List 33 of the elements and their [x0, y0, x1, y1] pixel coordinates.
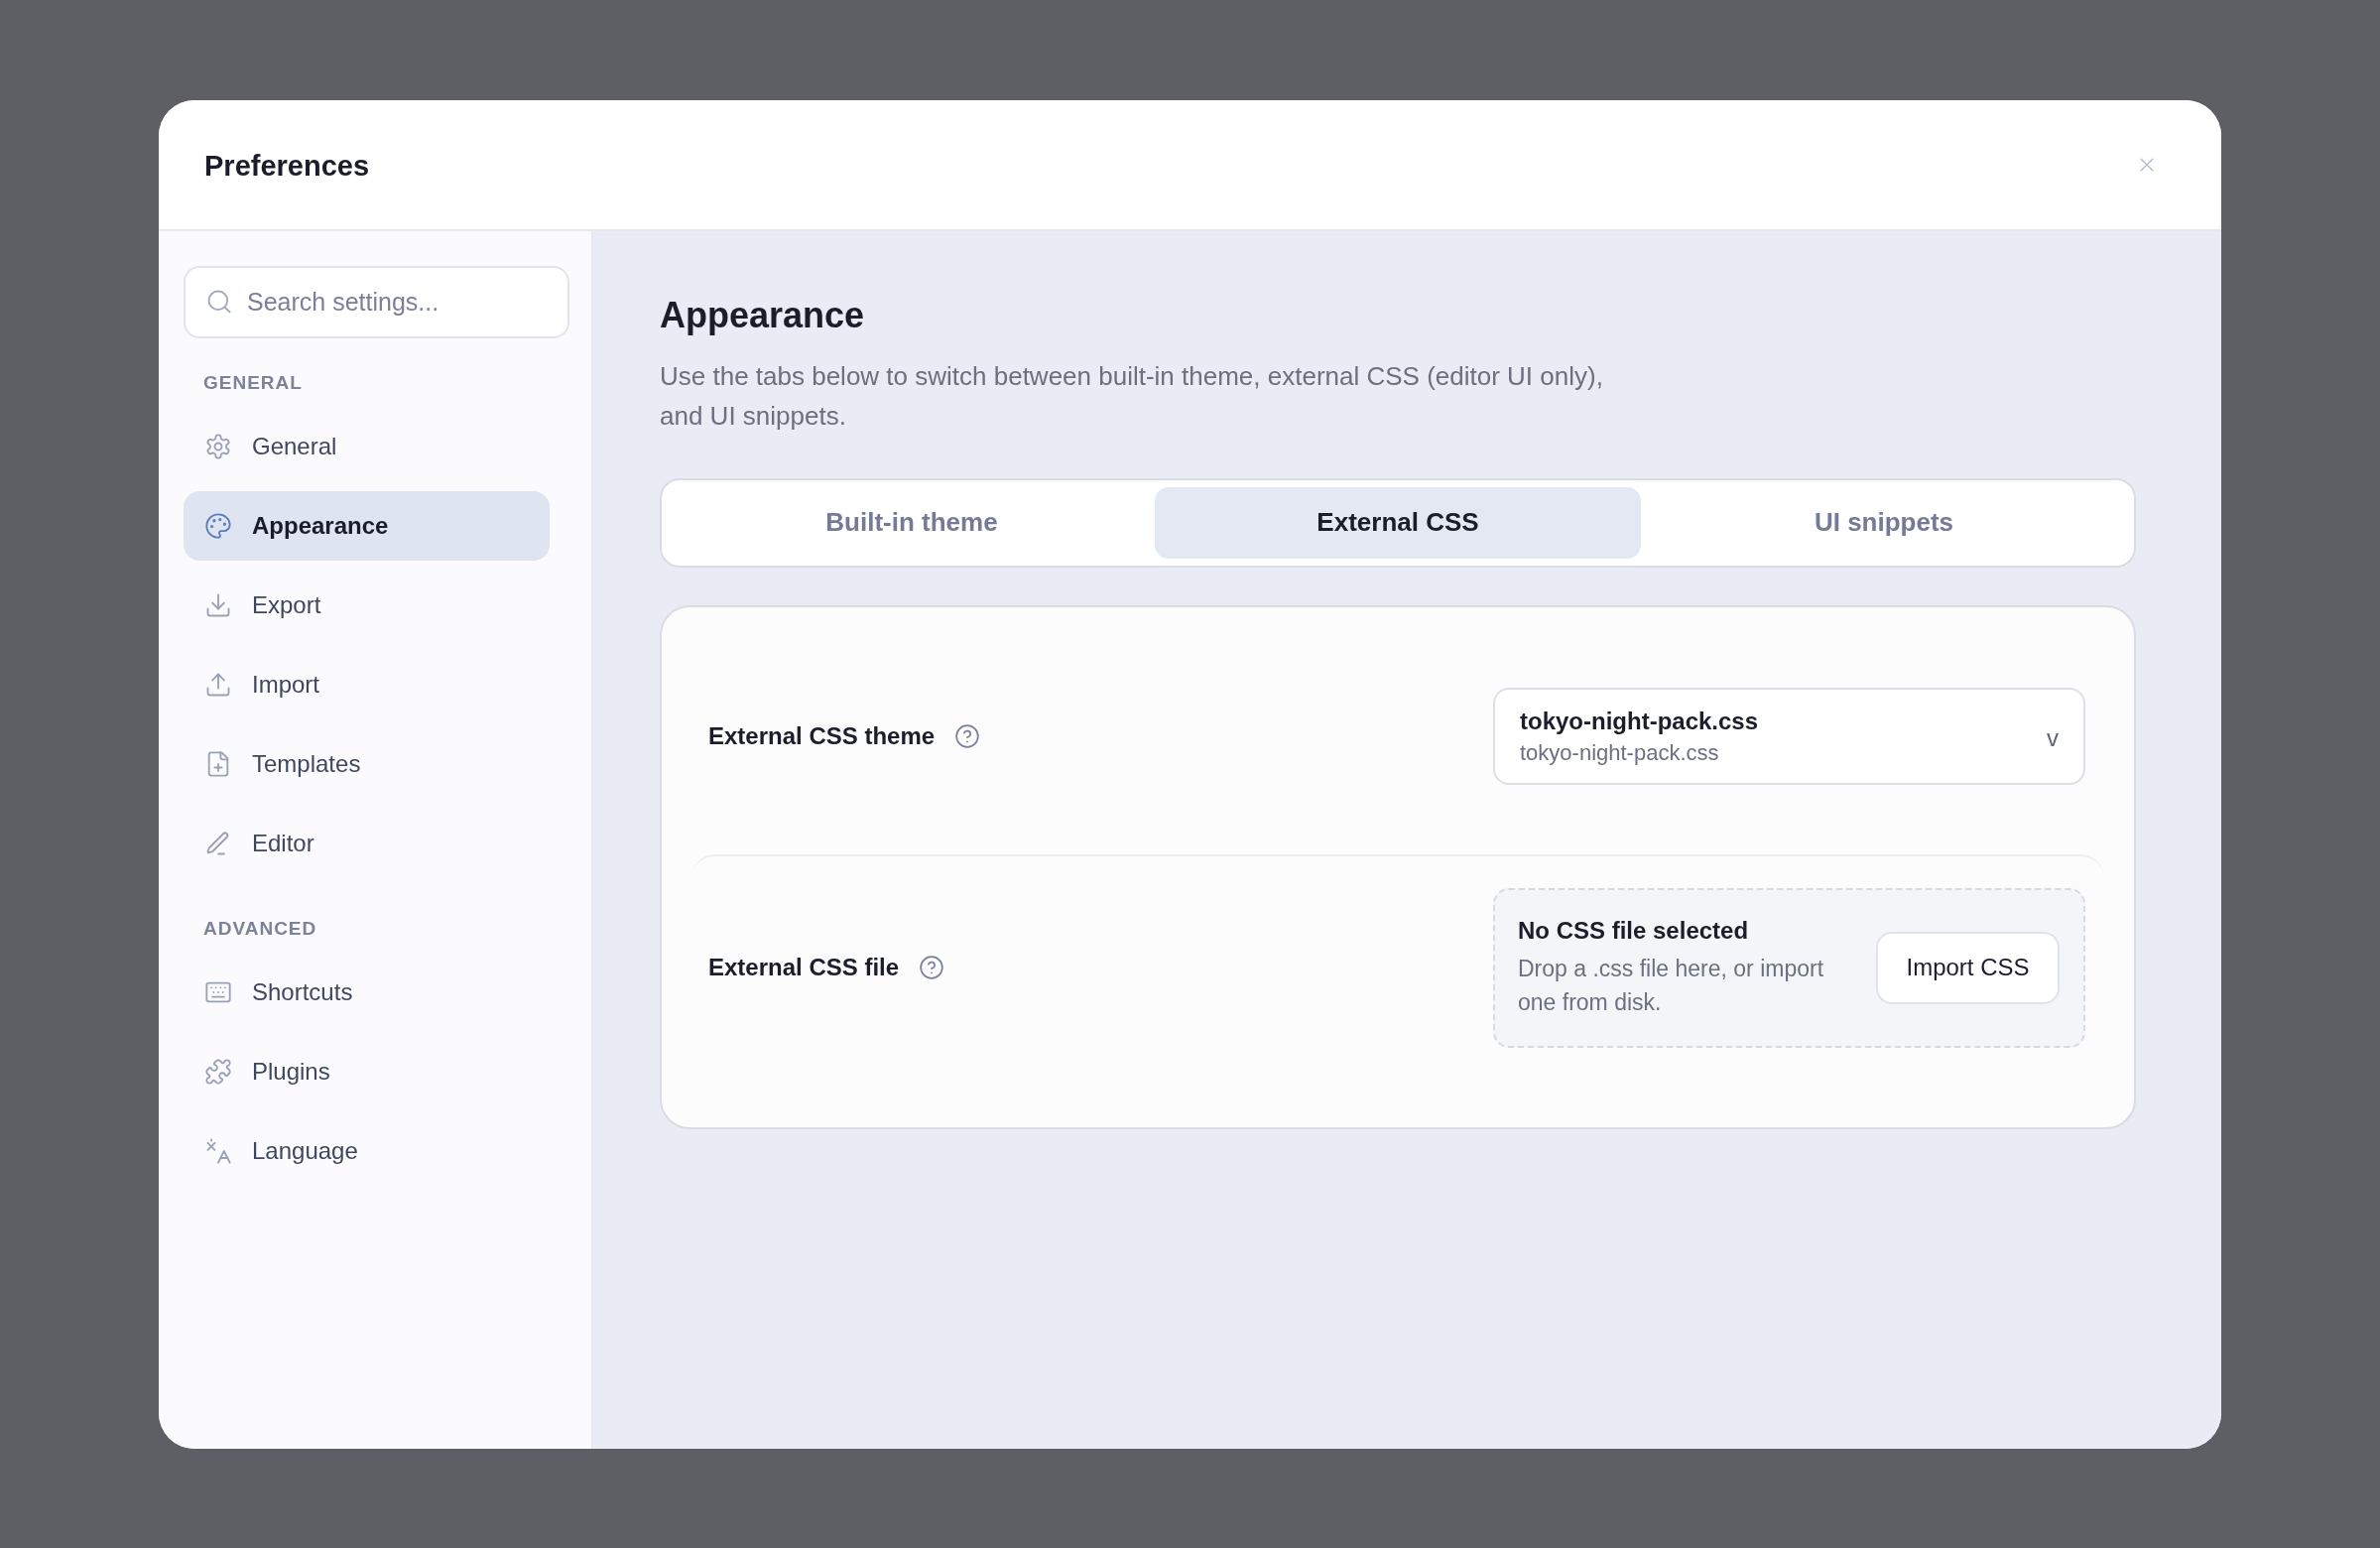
select-value: tokyo-night-pack.css	[1520, 706, 1759, 736]
section-label: ADVANCED	[202, 916, 318, 941]
section-heading: Appearance	[660, 293, 866, 337]
tab[interactable]: External CSS	[1155, 486, 1641, 559]
translate-icon	[204, 1136, 232, 1165]
dialog-title: Preferences	[204, 148, 370, 184]
theme-select[interactable]: tokyo-night-pack.css tokyo-night-pack.css v	[1493, 687, 2085, 785]
drop-zone-hint: Drop a .css file here, or import one from disk.	[1518, 955, 1825, 1017]
sidebar-item[interactable]: Export	[184, 570, 550, 640]
gear-icon	[204, 432, 232, 460]
sidebar-item[interactable]: General	[184, 411, 550, 481]
section-label: GENERAL	[202, 370, 304, 395]
tab[interactable]: UI snippets	[1641, 486, 2127, 559]
tab[interactable]: Built-in theme	[669, 486, 1155, 559]
sidebar-item[interactable]: Language	[184, 1115, 550, 1186]
import-button[interactable]: Import CSS	[1876, 931, 2060, 1004]
sidebar-item[interactable]: Plugins	[184, 1036, 550, 1106]
help-icon[interactable]	[919, 955, 945, 980]
setting-label: External CSS theme	[708, 720, 936, 751]
sidebar-item[interactable]: Appearance	[184, 490, 550, 561]
sidebar-item[interactable]: Editor	[184, 808, 550, 878]
palette-icon	[204, 511, 232, 540]
puzzle-icon	[204, 1057, 232, 1086]
sidebar-item[interactable]: Templates	[184, 728, 550, 799]
search-field[interactable]: Search settings...	[184, 265, 569, 338]
select-subtext: tokyo-night-pack.css	[1520, 739, 1720, 766]
setting-label: External CSS file	[708, 953, 900, 982]
section-description: Use the tabs below to switch between built-in theme, external CSS (editor UI only), and UI snippets.	[660, 359, 1604, 433]
drop-zone-title: No CSS file selected	[1518, 916, 1750, 946]
help-icon[interactable]	[954, 722, 981, 749]
sidebar-item[interactable]: Shortcuts	[184, 957, 550, 1027]
sidebar-item[interactable]: Import	[184, 649, 550, 719]
caret-icon: v	[2047, 715, 2059, 756]
